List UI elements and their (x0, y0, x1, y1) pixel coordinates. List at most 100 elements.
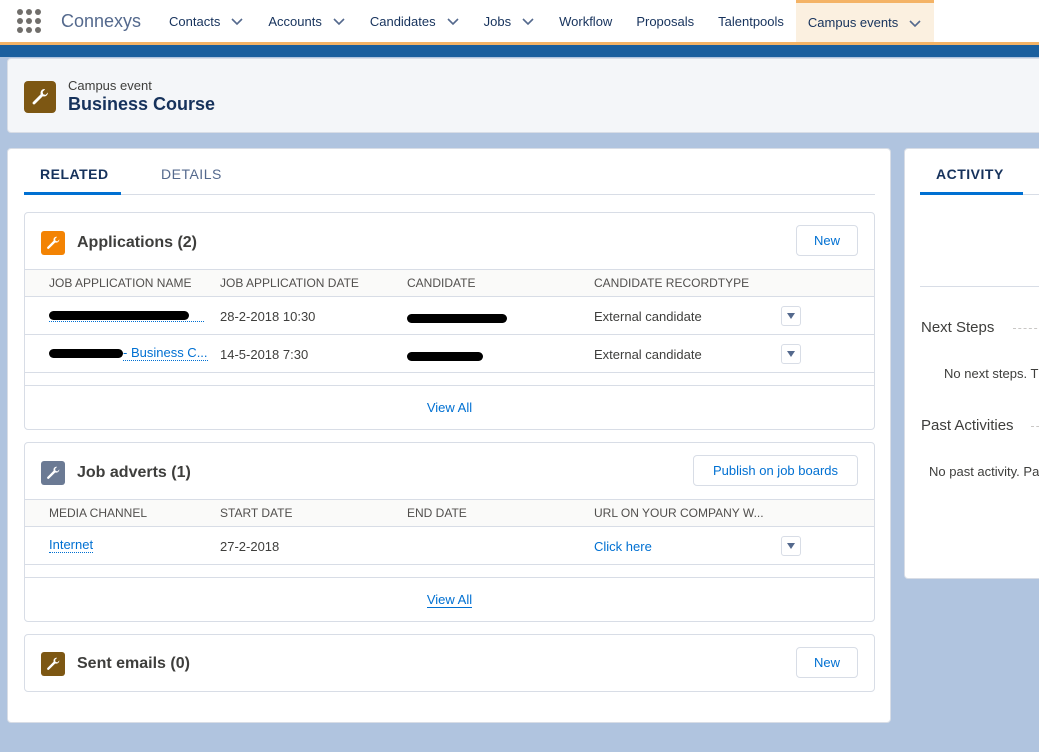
new-email-button[interactable]: New (796, 647, 858, 678)
tab-details[interactable]: DETAILS (161, 166, 222, 182)
application-name-text: - Business C... (123, 345, 208, 361)
wrench-icon (41, 231, 65, 255)
sent-emails-card: Sent emails (0) New (24, 634, 875, 692)
chevron-down-icon[interactable] (332, 14, 346, 28)
app-launcher-icon[interactable] (17, 9, 41, 33)
column-header[interactable]: START DATE (220, 506, 292, 520)
card-header: Applications (2) (41, 231, 197, 255)
application-name-link[interactable] (49, 307, 204, 322)
view-all-link[interactable]: View All (25, 400, 874, 415)
row-actions-button[interactable] (781, 306, 801, 326)
candidate-recordtype: External candidate (594, 309, 702, 324)
redacted-text (407, 314, 507, 324)
row-actions-button[interactable] (781, 536, 801, 556)
nav-item-label: Proposals (636, 13, 695, 29)
nav-item-label: Contacts (169, 13, 221, 29)
company-url-link[interactable]: Click here (594, 539, 652, 554)
no-next-steps-text: No next steps. T (944, 366, 1039, 381)
activity-panel: ACTIVITY Next Steps No next steps. T Pas… (904, 148, 1039, 579)
column-header[interactable]: URL ON YOUR COMPANY W... (594, 506, 764, 520)
application-name-link[interactable]: - Business C... (49, 345, 208, 361)
chevron-down-icon[interactable] (908, 16, 922, 30)
card-title: Sent emails (0) (77, 655, 190, 672)
column-header[interactable]: JOB APPLICATION DATE (220, 276, 359, 290)
nav-item-label: Jobs (483, 13, 512, 29)
nav-item-jobs[interactable]: Jobs (472, 0, 547, 42)
table-row: - Business C... 14-5-2018 7:30 External … (25, 335, 874, 373)
table-row: 28-2-2018 10:30 External candidate (25, 297, 874, 335)
nav-item-workflow[interactable]: Workflow (547, 0, 624, 42)
column-header[interactable]: JOB APPLICATION NAME (49, 276, 191, 290)
top-nav: Connexys Contacts Accounts Candidates Jo… (0, 0, 1039, 45)
candidate-link[interactable] (407, 310, 507, 325)
view-all-text: View All (426, 592, 473, 608)
start-date: 27-2-2018 (220, 539, 280, 554)
next-steps-heading[interactable]: Next Steps (921, 319, 994, 336)
tab-activity[interactable]: ACTIVITY (936, 166, 1004, 182)
card-title: Job adverts (1) (77, 464, 191, 481)
divider (1013, 328, 1039, 329)
caret-down-icon (787, 351, 795, 357)
nav-item-label: Accounts (268, 13, 322, 29)
chevron-down-icon[interactable] (521, 14, 535, 28)
nav-item-candidates[interactable]: Candidates (358, 0, 472, 42)
candidate-recordtype: External candidate (594, 347, 702, 362)
divider (920, 286, 1039, 287)
activity-tab-bar: ACTIVITY (920, 149, 1039, 195)
record-header: Campus event Business Course (7, 58, 1039, 133)
media-channel-link[interactable]: Internet (49, 537, 94, 553)
related-panel: RELATED DETAILS Applications (2) New JOB… (7, 148, 891, 723)
divider (25, 385, 874, 386)
divider (25, 577, 874, 578)
wrench-icon (41, 461, 65, 485)
table-header: MEDIA CHANNEL START DATE END DATE URL ON… (25, 499, 874, 527)
caret-down-icon (787, 543, 795, 549)
app-name: Connexys (61, 10, 142, 31)
view-all-link[interactable]: View All (25, 592, 874, 608)
nav-item-proposals[interactable]: Proposals (624, 0, 706, 42)
new-application-button[interactable]: New (796, 225, 858, 256)
job-adverts-card: Job adverts (1) Publish on job boards ME… (24, 442, 875, 622)
column-header[interactable]: CANDIDATE (407, 276, 475, 290)
row-actions-button[interactable] (781, 344, 801, 364)
column-header[interactable]: MEDIA CHANNEL (49, 506, 147, 520)
nav-item-talentpools[interactable]: Talentpools (706, 0, 796, 42)
chevron-down-icon[interactable] (230, 14, 244, 28)
past-activities-heading[interactable]: Past Activities (921, 417, 1014, 434)
table-row: Internet 27-2-2018 Click here (25, 527, 874, 565)
column-header[interactable]: CANDIDATE RECORDTYPE (594, 276, 749, 290)
card-header: Job adverts (1) (41, 461, 191, 485)
column-header[interactable]: END DATE (407, 506, 467, 520)
active-tab-indicator (920, 192, 1023, 195)
page-title: Business Course (68, 94, 216, 114)
page-banner (0, 45, 1039, 57)
media-channel-text: Internet (49, 537, 94, 553)
nav-item-accounts[interactable]: Accounts (256, 0, 357, 42)
card-title: Applications (2) (77, 234, 198, 251)
redacted-text (49, 349, 123, 359)
chevron-down-icon[interactable] (446, 14, 460, 28)
wrench-icon (41, 652, 65, 676)
tab-bar: RELATED DETAILS (24, 149, 875, 195)
record-type: Campus event (68, 78, 152, 93)
redacted-text (49, 311, 189, 321)
nav-item-label: Workflow (559, 13, 613, 29)
divider (1031, 426, 1039, 427)
wrench-icon (24, 81, 56, 113)
nav-item-label: Candidates (369, 13, 436, 29)
table-header: JOB APPLICATION NAME JOB APPLICATION DAT… (25, 269, 874, 297)
no-past-activity-text: No past activity. Pa (929, 464, 1039, 479)
caret-down-icon (787, 313, 795, 319)
candidate-link[interactable] (407, 348, 483, 363)
nav-item-label: Talentpools (718, 13, 784, 29)
application-date: 28-2-2018 10:30 (220, 309, 316, 324)
active-tab-indicator (24, 192, 121, 195)
card-header: Sent emails (0) (41, 652, 190, 676)
nav-item-contacts[interactable]: Contacts (157, 0, 256, 42)
redacted-text (407, 352, 483, 362)
nav-item-campus-events[interactable]: Campus events (795, 0, 935, 42)
applications-card: Applications (2) New JOB APPLICATION NAM… (24, 212, 875, 430)
application-date: 14-5-2018 7:30 (220, 347, 309, 362)
tab-related[interactable]: RELATED (40, 166, 109, 182)
publish-on-job-boards-button[interactable]: Publish on job boards (693, 455, 858, 486)
